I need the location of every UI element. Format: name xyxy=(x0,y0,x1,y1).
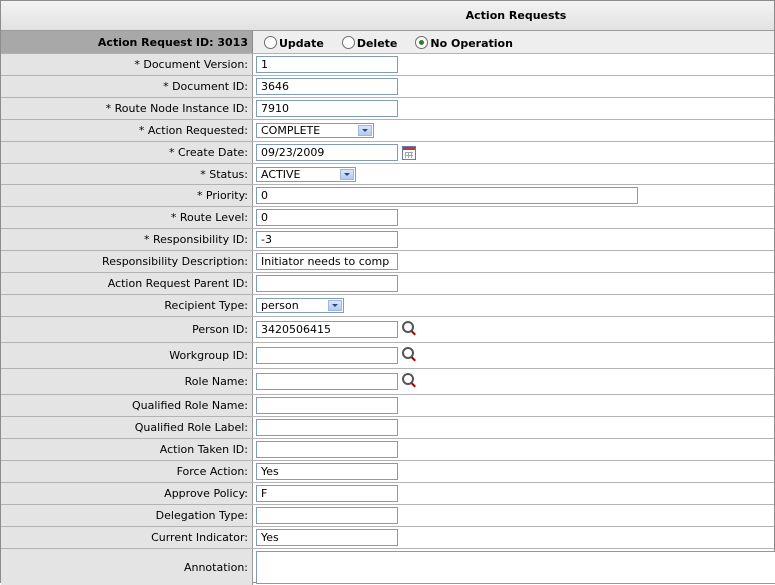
force-action-input[interactable]: Yes xyxy=(256,463,398,480)
approve-policy-label: Approve Policy: xyxy=(1,483,253,504)
panel-title: Action Requests xyxy=(465,9,567,22)
action-requests-panel: Action Requests Action Request ID: 3013 … xyxy=(0,0,775,585)
action-request-parent-id-row: Action Request Parent ID: xyxy=(1,273,774,295)
qualified-role-name-label: Qualified Role Name: xyxy=(1,395,253,416)
priority-row: * Priority: 0 xyxy=(1,185,774,207)
force-action-label: Force Action: xyxy=(1,461,253,482)
delegation-type-input[interactable] xyxy=(256,507,398,524)
workgroup-id-label: Workgroup ID: xyxy=(1,343,253,368)
action-request-header-row: Action Request ID: 3013 Update Delete No… xyxy=(1,31,774,54)
qualified-role-name-input[interactable] xyxy=(256,397,398,414)
calendar-icon[interactable] xyxy=(402,145,416,160)
status-label: * Status: xyxy=(1,164,253,184)
recipient-type-label: Recipient Type: xyxy=(1,295,253,316)
action-requested-value: COMPLETE xyxy=(261,124,321,137)
action-request-parent-id-input[interactable] xyxy=(256,275,398,292)
chevron-down-icon[interactable] xyxy=(358,125,372,136)
action-requested-select[interactable]: COMPLETE xyxy=(256,123,374,138)
workgroup-id-row: Workgroup ID: xyxy=(1,343,774,369)
no-operation-radio-label[interactable]: No Operation xyxy=(430,35,513,50)
delegation-type-row: Delegation Type: xyxy=(1,505,774,527)
qualified-role-label-row: Qualified Role Label: xyxy=(1,417,774,439)
document-id-row: * Document ID: 3646 xyxy=(1,76,774,98)
responsibility-description-input[interactable]: Initiator needs to comp xyxy=(256,253,398,270)
person-id-row: Person ID: 3420506415 xyxy=(1,317,774,343)
lookup-icon[interactable] xyxy=(402,320,414,333)
role-name-input[interactable] xyxy=(256,373,398,390)
document-version-label: * Document Version: xyxy=(1,54,253,75)
delete-radio[interactable] xyxy=(341,35,355,49)
route-node-instance-id-row: * Route Node Instance ID: 7910 xyxy=(1,98,774,120)
panel-title-bar: Action Requests xyxy=(1,1,774,31)
action-taken-id-input[interactable] xyxy=(256,441,398,458)
update-radio-label[interactable]: Update xyxy=(279,35,324,50)
approve-policy-input[interactable]: F xyxy=(256,485,398,502)
status-select[interactable]: ACTIVE xyxy=(256,166,356,182)
role-name-row: Role Name: xyxy=(1,369,774,395)
action-requested-label: * Action Requested: xyxy=(1,120,253,141)
document-id-input[interactable]: 3646 xyxy=(256,78,398,95)
chevron-down-icon[interactable] xyxy=(328,300,342,311)
qualified-role-label-input[interactable] xyxy=(256,419,398,436)
annotation-textarea[interactable] xyxy=(256,550,775,584)
responsibility-id-label: * Responsibility ID: xyxy=(1,229,253,250)
workgroup-id-input[interactable] xyxy=(256,347,398,364)
action-requested-row: * Action Requested: COMPLETE xyxy=(1,120,774,142)
responsibility-id-row: * Responsibility ID: -3 xyxy=(1,229,774,251)
document-version-row: * Document Version: 1 xyxy=(1,54,774,76)
route-level-label: * Route Level: xyxy=(1,207,253,228)
qualified-role-label-label: Qualified Role Label: xyxy=(1,417,253,438)
route-node-instance-id-label: * Route Node Instance ID: xyxy=(1,98,253,119)
role-name-label: Role Name: xyxy=(1,369,253,394)
route-node-instance-id-input[interactable]: 7910 xyxy=(256,100,398,117)
responsibility-description-row: Responsibility Description: Initiator ne… xyxy=(1,251,774,273)
force-action-row: Force Action: Yes xyxy=(1,461,774,483)
create-date-row: * Create Date: 09/23/2009 xyxy=(1,142,774,164)
chevron-down-icon[interactable] xyxy=(340,168,354,180)
document-id-label: * Document ID: xyxy=(1,76,253,97)
action-request-id-label: Action Request ID: 3013 xyxy=(1,31,253,53)
document-version-input[interactable]: 1 xyxy=(256,56,398,73)
responsibility-description-label: Responsibility Description: xyxy=(1,251,253,272)
create-date-input[interactable]: 09/23/2009 xyxy=(256,144,398,161)
action-taken-id-row: Action Taken ID: xyxy=(1,439,774,461)
priority-label: * Priority: xyxy=(1,185,253,206)
recipient-type-value: person xyxy=(261,299,299,312)
no-operation-radio[interactable] xyxy=(415,35,429,49)
recipient-type-row: Recipient Type: person xyxy=(1,295,774,317)
lookup-icon[interactable] xyxy=(402,346,414,359)
approve-policy-row: Approve Policy: F xyxy=(1,483,774,505)
route-level-input[interactable]: 0 xyxy=(256,209,398,226)
delegation-type-label: Delegation Type: xyxy=(1,505,253,526)
current-indicator-row: Current Indicator: Yes xyxy=(1,527,774,549)
lookup-icon[interactable] xyxy=(402,372,414,385)
status-value: ACTIVE xyxy=(261,167,301,181)
annotation-row: Annotation: xyxy=(1,549,775,585)
create-date-label: * Create Date: xyxy=(1,142,253,163)
action-request-operation-group: Update Delete No Operation xyxy=(253,31,774,53)
qualified-role-name-row: Qualified Role Name: xyxy=(1,395,774,417)
priority-input[interactable]: 0 xyxy=(256,187,638,204)
route-level-row: * Route Level: 0 xyxy=(1,207,774,229)
action-taken-id-label: Action Taken ID: xyxy=(1,439,253,460)
update-radio[interactable] xyxy=(264,35,277,49)
recipient-type-select[interactable]: person xyxy=(256,298,344,313)
delete-radio-label[interactable]: Delete xyxy=(357,35,398,50)
person-id-label: Person ID: xyxy=(1,317,253,342)
current-indicator-label: Current Indicator: xyxy=(1,527,253,548)
status-row: * Status: ACTIVE xyxy=(1,164,774,185)
action-request-parent-id-label: Action Request Parent ID: xyxy=(1,273,253,294)
current-indicator-input[interactable]: Yes xyxy=(256,529,398,546)
person-id-input[interactable]: 3420506415 xyxy=(256,321,398,338)
annotation-label: Annotation: xyxy=(1,549,253,585)
responsibility-id-input[interactable]: -3 xyxy=(256,231,398,248)
